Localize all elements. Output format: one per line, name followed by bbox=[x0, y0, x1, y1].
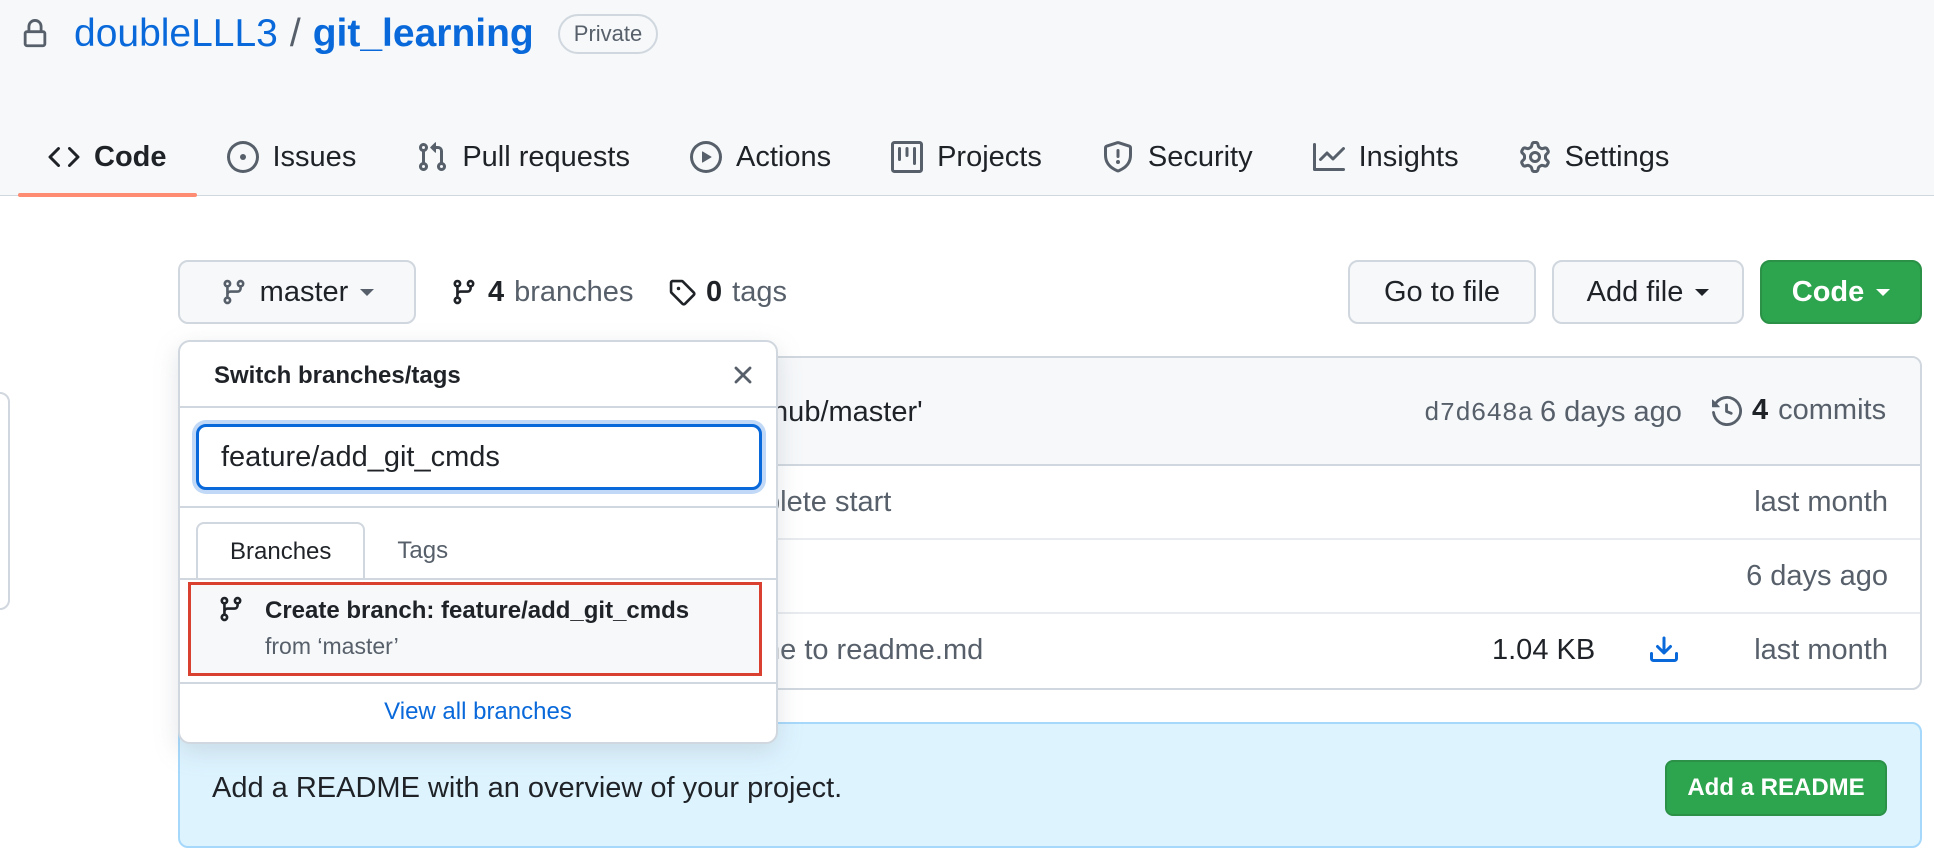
commits-link[interactable]: 4 commits bbox=[1712, 394, 1886, 427]
issue-icon bbox=[226, 141, 259, 173]
commit-sha[interactable]: d7d648a bbox=[1424, 398, 1533, 428]
tab-branches[interactable]: Branches bbox=[196, 522, 366, 580]
tags-label: tags bbox=[732, 275, 787, 308]
file-time: last month bbox=[1754, 634, 1888, 666]
dropdown-header: Switch branches/tags bbox=[180, 342, 776, 408]
commit-message[interactable]: thub/master' bbox=[764, 396, 923, 429]
branches-link[interactable]: 4 branches bbox=[450, 266, 633, 318]
divider bbox=[180, 506, 776, 508]
graph-icon bbox=[1312, 141, 1345, 173]
dropdown-tabs: Branches Tags bbox=[196, 522, 480, 580]
tab-label: Insights bbox=[1358, 140, 1459, 173]
create-branch-source: from ‘master’ bbox=[265, 633, 399, 659]
branch-name: master bbox=[259, 275, 349, 308]
download-icon[interactable] bbox=[1648, 634, 1680, 666]
close-icon[interactable] bbox=[728, 360, 758, 390]
tab-label: Issues bbox=[272, 140, 357, 173]
divider bbox=[180, 682, 776, 684]
tab-settings[interactable]: Settings bbox=[1489, 118, 1700, 196]
branch-filter-input[interactable]: feature/add_git_cmds bbox=[196, 424, 762, 490]
repo-nav-tabs: Code Issues Pull requests Actions Projec… bbox=[18, 118, 1700, 197]
file-time: 6 days ago bbox=[1746, 560, 1888, 592]
branches-label: branches bbox=[514, 275, 634, 308]
add-file-label: Add file bbox=[1586, 275, 1684, 308]
tab-label: Actions bbox=[735, 140, 832, 173]
branch-icon bbox=[450, 277, 478, 307]
divider bbox=[180, 578, 776, 580]
branches-count: 4 bbox=[488, 275, 505, 308]
tags-link[interactable]: 0 tags bbox=[668, 266, 787, 318]
tag-icon bbox=[668, 277, 696, 307]
code-button-label: Code bbox=[1791, 275, 1865, 308]
tab-security[interactable]: Security bbox=[1072, 118, 1283, 196]
play-icon bbox=[689, 141, 722, 173]
chevron-down-icon bbox=[1876, 288, 1891, 296]
project-icon bbox=[891, 141, 924, 173]
repo-name-link[interactable]: git_learning bbox=[313, 12, 534, 56]
go-to-file-label: Go to file bbox=[1383, 275, 1501, 308]
file-commit-message[interactable]: ne to readme.md bbox=[764, 634, 983, 667]
file-commit-message[interactable]: plete start bbox=[764, 486, 891, 519]
visibility-badge: Private bbox=[557, 14, 659, 54]
repo-owner-link[interactable]: doubleLLL3 bbox=[74, 12, 278, 56]
gear-icon bbox=[1519, 141, 1551, 173]
tab-label: Security bbox=[1147, 140, 1253, 173]
repo-title: doubleLLL3 / git_learning Private bbox=[20, 12, 659, 56]
tab-code[interactable]: Code bbox=[18, 118, 197, 197]
tab-actions[interactable]: Actions bbox=[660, 118, 861, 196]
go-to-file-button[interactable]: Go to file bbox=[1348, 260, 1536, 324]
shield-icon bbox=[1102, 141, 1134, 173]
tab-label: Settings bbox=[1564, 140, 1670, 173]
tab-projects[interactable]: Projects bbox=[861, 118, 1072, 196]
create-branch-item[interactable]: Create branch: feature/add_git_cmds from… bbox=[188, 582, 762, 676]
code-button[interactable]: Code bbox=[1760, 260, 1922, 324]
create-branch-title: Create branch: feature/add_git_cmds bbox=[265, 597, 690, 624]
readme-banner-text: Add a README with an overview of your pr… bbox=[212, 772, 843, 804]
add-readme-button[interactable]: Add a README bbox=[1665, 760, 1887, 816]
commits-label: commits bbox=[1778, 394, 1887, 426]
repo-separator: / bbox=[289, 12, 301, 55]
tab-pull-requests[interactable]: Pull requests bbox=[386, 118, 660, 196]
branch-switcher-dropdown: Switch branches/tags feature/add_git_cmd… bbox=[178, 340, 778, 744]
tab-label: Code bbox=[94, 140, 167, 173]
branch-icon bbox=[220, 276, 248, 308]
pull-request-icon bbox=[416, 141, 448, 173]
chevron-down-icon bbox=[1695, 288, 1710, 296]
tab-tags[interactable]: Tags bbox=[365, 522, 480, 580]
tab-label: Pull requests bbox=[462, 140, 630, 173]
tab-issues[interactable]: Issues bbox=[197, 118, 387, 196]
file-time: last month bbox=[1754, 486, 1888, 518]
tab-insights[interactable]: Insights bbox=[1283, 118, 1489, 196]
view-all-branches-link[interactable]: View all branches bbox=[180, 698, 776, 726]
history-icon bbox=[1712, 395, 1742, 426]
tags-count: 0 bbox=[706, 275, 723, 308]
code-icon bbox=[48, 141, 80, 173]
chevron-down-icon bbox=[360, 288, 375, 296]
side-panel-edge bbox=[0, 392, 10, 610]
branch-select-button[interactable]: master bbox=[178, 260, 416, 324]
repo-header: doubleLLL3 / git_learning Private Code I… bbox=[0, 0, 1934, 197]
dropdown-title: Switch branches/tags bbox=[214, 362, 461, 389]
commits-count: 4 bbox=[1752, 394, 1769, 426]
lock-icon bbox=[20, 19, 50, 49]
add-file-button[interactable]: Add file bbox=[1552, 260, 1744, 324]
commit-time: 6 days ago bbox=[1540, 396, 1682, 428]
tab-label: Projects bbox=[937, 140, 1042, 173]
file-size: 1.04 KB bbox=[1492, 634, 1596, 666]
